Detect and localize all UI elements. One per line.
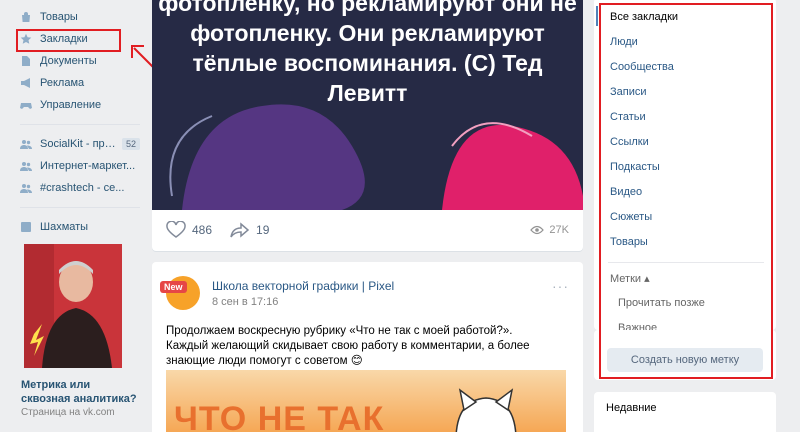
sidebar-item-label: #crashtech - се... xyxy=(40,182,125,194)
sidebar-item-management[interactable]: Управление xyxy=(20,94,140,116)
new-badge: New xyxy=(160,281,187,293)
sidebar-item-label: Управление xyxy=(40,99,102,111)
eye-icon xyxy=(530,225,545,235)
megaphone-icon xyxy=(20,77,32,89)
ad-title[interactable]: Метрика или сквозная аналитика? xyxy=(21,378,139,406)
sidebar-item-label: Шахматы xyxy=(40,221,89,233)
people-icon xyxy=(20,138,32,150)
post-image[interactable]: фотопленку, но рекламируют они не фотопл… xyxy=(152,0,583,210)
ad-image[interactable] xyxy=(24,244,122,368)
views-counter: 27K xyxy=(530,224,569,236)
more-options-icon[interactable]: ··· xyxy=(552,278,569,294)
ad-illustration xyxy=(24,244,122,368)
feed-post: New Школа векторной графики | Pixel 8 се… xyxy=(152,262,583,432)
gamepad-icon xyxy=(20,99,32,111)
post-header: New Школа векторной графики | Pixel 8 се… xyxy=(152,262,583,312)
views-count: 27K xyxy=(549,224,569,236)
sidebar-item-goods[interactable]: Товары xyxy=(20,6,140,28)
sidebar-group-crashtech[interactable]: #crashtech - се... xyxy=(20,177,140,199)
people-icon xyxy=(20,182,32,194)
sidebar-item-documents[interactable]: Документы xyxy=(20,50,140,72)
sidebar-divider xyxy=(20,207,140,208)
post-image-caption: ЧТО НЕ ТАК xyxy=(174,400,385,432)
ad-subtitle: Страница на vk.com xyxy=(21,407,115,418)
sidebar-group-internet-marketing[interactable]: Интернет-маркет... xyxy=(20,155,140,177)
post-author[interactable]: Школа векторной графики | Pixel xyxy=(212,279,394,293)
post-text: Продолжаем воскресную рубрику «Что не та… xyxy=(166,325,530,367)
people-icon xyxy=(20,160,32,172)
like-count: 486 xyxy=(192,223,213,237)
bag-icon xyxy=(20,11,32,23)
sidebar-item-label: Интернет-маркет... xyxy=(40,160,136,172)
sidebar-divider xyxy=(20,124,140,125)
cat-illustration xyxy=(455,388,517,432)
post-author-block: Школа векторной графики | Pixel 8 сен в … xyxy=(212,279,394,308)
share-arrow-icon xyxy=(230,222,250,238)
annotation-highlight-box xyxy=(599,3,773,379)
counter-badge: 52 xyxy=(121,138,140,150)
avatar[interactable]: New xyxy=(160,276,200,310)
post-actions-bar: 486 19 27K xyxy=(152,210,583,250)
like-button[interactable]: 486 xyxy=(166,221,212,239)
sidebar-item-label: Документы xyxy=(40,55,97,67)
sidebar-app-chess[interactable]: Шахматы xyxy=(20,216,140,238)
recent-block: Недавние xyxy=(594,392,776,432)
share-button[interactable]: 19 xyxy=(230,221,269,239)
share-count: 19 xyxy=(256,223,270,237)
sidebar-ad[interactable]: Метрика или сквозная аналитика? Страница… xyxy=(21,244,139,418)
feed-post: фотопленку, но рекламируют они не фотопл… xyxy=(152,0,583,251)
heart-icon xyxy=(166,221,186,238)
recent-title: Недавние xyxy=(606,402,657,414)
post-image[interactable]: ЧТО НЕ ТАК xyxy=(166,370,566,432)
sidebar-item-label: SocialKit - про... xyxy=(40,138,118,150)
sidebar-item-ads[interactable]: Реклама xyxy=(20,72,140,94)
post-quote: фотопленку, но рекламируют они не фотопл… xyxy=(158,0,577,106)
chess-icon xyxy=(20,221,32,233)
post-date[interactable]: 8 сен в 17:16 xyxy=(212,296,394,308)
annotation-highlight-box xyxy=(16,29,121,52)
sidebar-item-label: Товары xyxy=(40,11,78,23)
sidebar-item-label: Реклама xyxy=(40,77,85,89)
sidebar-group-socialkit[interactable]: SocialKit - про... 52 xyxy=(20,133,140,155)
active-indicator xyxy=(596,6,598,26)
document-icon xyxy=(20,55,32,67)
